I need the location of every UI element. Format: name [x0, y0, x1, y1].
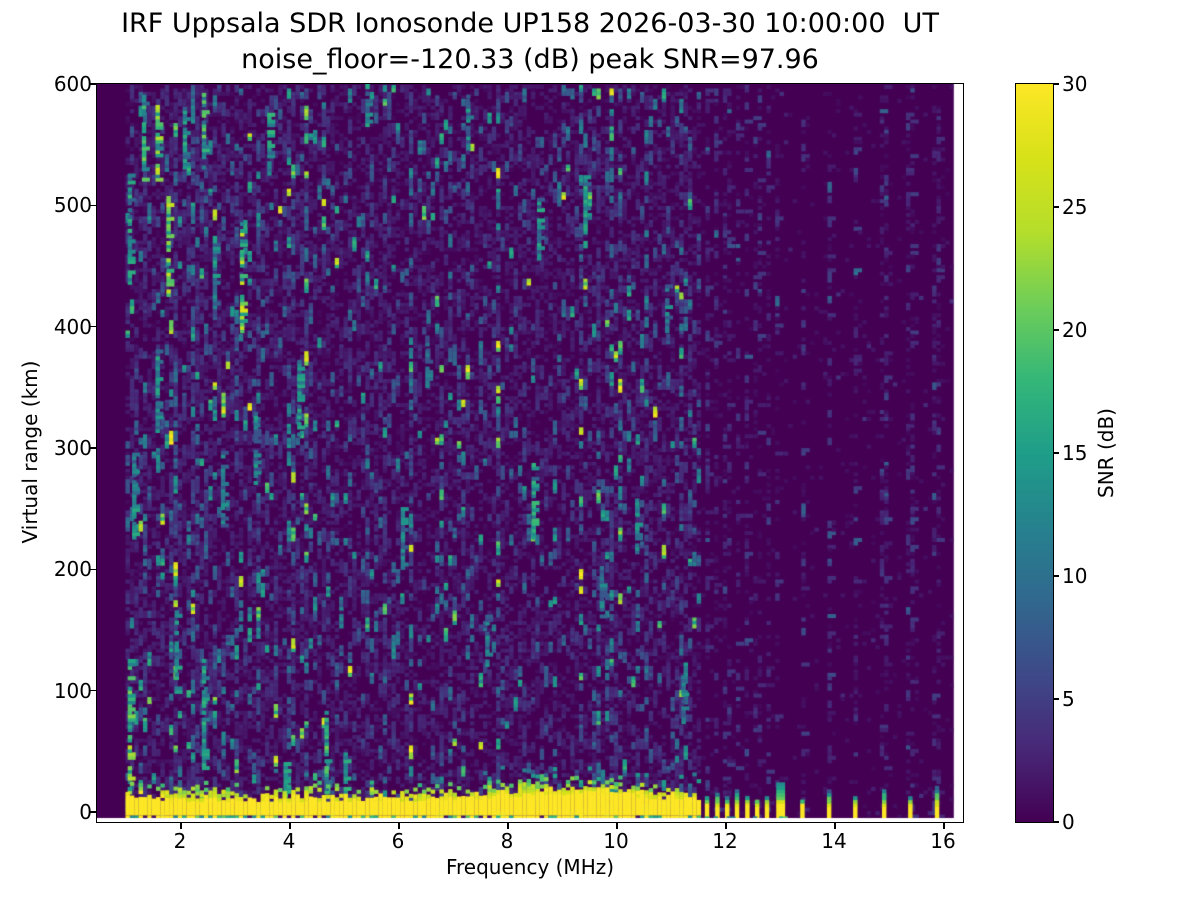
x-tick — [616, 822, 618, 829]
x-tick-label: 16 — [930, 829, 956, 853]
colorbar-tick — [1053, 575, 1059, 577]
colorbar-tick — [1053, 698, 1059, 700]
y-tick-label: 600 — [53, 72, 92, 96]
y-axis-label: Virtual range (km) — [18, 360, 42, 544]
ionogram-figure: IRF Uppsala SDR Ionosonde UP158 2026-03-… — [0, 0, 1200, 900]
colorbar-tick-label: 20 — [1062, 318, 1088, 342]
colorbar-tick-label: 15 — [1062, 441, 1088, 465]
x-tick — [507, 822, 509, 829]
colorbar-tick — [1053, 83, 1059, 85]
x-tick-label: 12 — [712, 829, 738, 853]
x-tick-label: 6 — [391, 829, 405, 853]
y-tick-label: 500 — [53, 193, 92, 218]
x-axis-label: Frequency (MHz) — [445, 855, 615, 879]
chart-subtitle: noise_floor=-120.33 (dB) peak SNR=97.96 — [241, 44, 819, 75]
x-tick — [943, 822, 945, 829]
x-tick — [398, 822, 400, 829]
y-tick-label: 0 — [79, 800, 92, 824]
x-tick-label: 14 — [821, 829, 847, 853]
x-tick-label: 4 — [282, 829, 296, 853]
colorbar-tick — [1053, 206, 1059, 208]
y-tick-label: 100 — [53, 678, 92, 703]
y-tick-label: 400 — [53, 314, 92, 339]
x-tick-label: 2 — [173, 829, 187, 853]
x-tick — [180, 822, 182, 829]
colorbar-tick-label: 25 — [1062, 195, 1088, 219]
x-tick-label: 8 — [500, 829, 514, 853]
colorbar-label: SNR (dB) — [1094, 408, 1118, 498]
colorbar-tick-label: 0 — [1062, 810, 1075, 834]
heatmap-plot-area — [97, 84, 962, 821]
colorbar — [1016, 84, 1053, 822]
x-tick — [834, 822, 836, 829]
x-tick — [725, 822, 727, 829]
colorbar-tick-label: 30 — [1062, 72, 1088, 96]
colorbar-tick-label: 10 — [1062, 564, 1088, 588]
x-tick-label: 10 — [603, 829, 629, 853]
colorbar-tick — [1053, 821, 1059, 823]
colorbar-tick — [1053, 452, 1059, 454]
colorbar-tick — [1053, 329, 1059, 331]
chart-title: IRF Uppsala SDR Ionosonde UP158 2026-03-… — [121, 8, 939, 39]
colorbar-tick-label: 5 — [1062, 687, 1075, 711]
x-tick — [289, 822, 291, 829]
